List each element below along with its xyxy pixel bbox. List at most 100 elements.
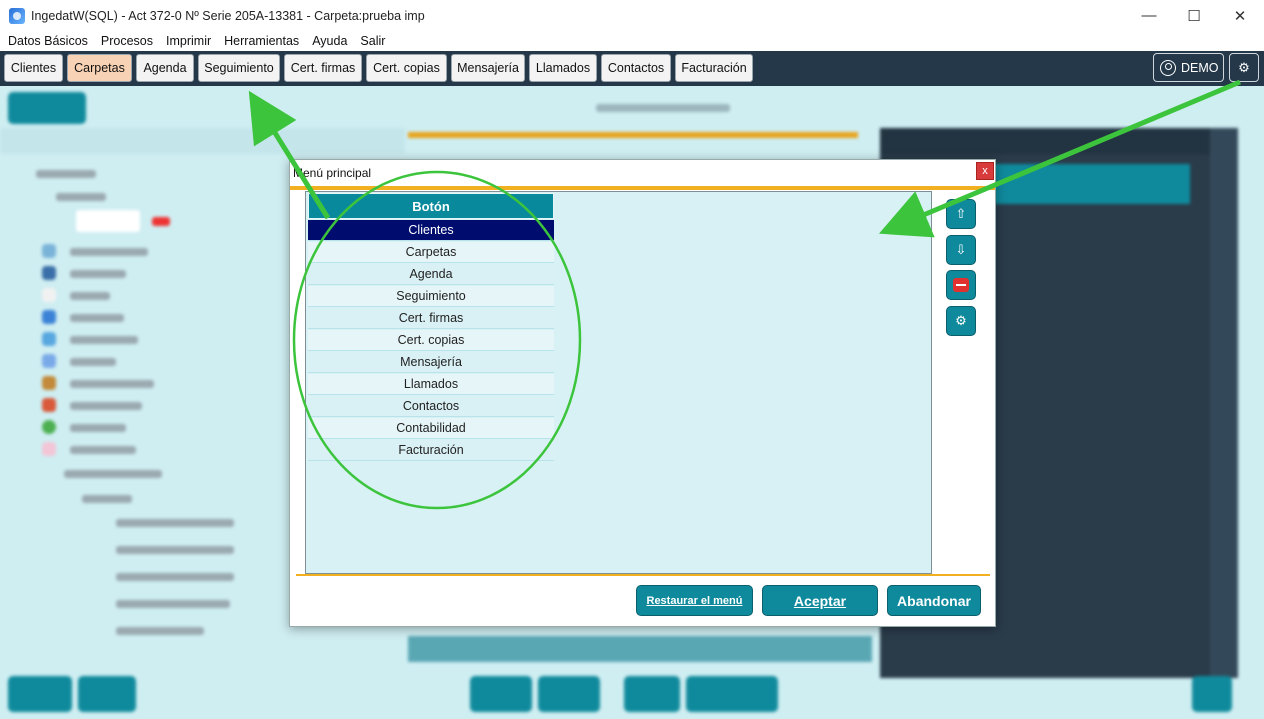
grid-row-cert-copias[interactable]: Cert. copias	[308, 330, 554, 351]
bg-tree-item	[64, 470, 162, 478]
grid-row-carpetas[interactable]: Carpetas	[308, 242, 554, 263]
remove-icon	[953, 278, 969, 292]
menu-datos-basicos[interactable]: Datos Básicos	[8, 34, 88, 48]
bg-tree-item	[56, 193, 106, 201]
dialog-title: Menú principal	[293, 166, 372, 180]
bg-button	[8, 92, 86, 124]
menu-ayuda[interactable]: Ayuda	[312, 34, 347, 48]
toolbar-clientes-button[interactable]: Clientes	[4, 54, 63, 82]
close-icon: x	[982, 165, 988, 177]
grid-row-cert-firmas[interactable]: Cert. firmas	[308, 308, 554, 329]
grid-row-facturacion[interactable]: Facturación	[308, 440, 554, 461]
bg-tree-item	[152, 217, 170, 226]
bg-tree-item	[36, 170, 96, 178]
bg-button	[78, 676, 136, 712]
bg-tree-icon	[42, 442, 56, 456]
toolbar-seguimiento-button[interactable]: Seguimiento	[198, 54, 280, 82]
app-icon	[9, 7, 25, 24]
bg-tree-item	[70, 314, 124, 322]
bg-tree-item	[116, 600, 230, 608]
menu-imprimir[interactable]: Imprimir	[166, 34, 211, 48]
remove-button[interactable]	[946, 270, 976, 300]
bg-tree-item	[70, 336, 138, 344]
bg-right-head	[880, 128, 1210, 154]
gear-icon: ⚙	[955, 313, 967, 328]
bg-tree-item	[116, 546, 234, 554]
bg-tree-icon	[42, 398, 56, 412]
title-bar: IngedatW(SQL) - Act 372-0 Nº Serie 205A-…	[0, 0, 1264, 31]
bg-tree-item	[70, 402, 142, 410]
bg-bar	[0, 128, 405, 154]
bg-tree-icon	[42, 332, 56, 346]
bg-tree-icon	[42, 376, 56, 390]
toolbar-mensajeria-button[interactable]: Mensajería	[451, 54, 525, 82]
toolbar-cert-copias-button[interactable]: Cert. copias	[366, 54, 447, 82]
dialog-title-separator	[290, 186, 995, 190]
bg-side-strip	[1210, 128, 1238, 678]
bg-tree-item	[70, 358, 116, 366]
accept-button[interactable]: Aceptar	[762, 585, 878, 616]
user-demo-button[interactable]: DEMO	[1153, 53, 1224, 82]
bg-button	[686, 676, 778, 712]
bg-pager	[408, 636, 872, 662]
bg-tree-icon	[42, 244, 56, 258]
bg-tree-item	[70, 270, 126, 278]
gear-icon: ⚙	[1238, 59, 1250, 75]
maximize-button[interactable]: ☐	[1171, 0, 1217, 31]
toolbar-carpetas-button[interactable]: Carpetas	[67, 54, 132, 82]
bg-tree-item	[70, 292, 110, 300]
window-title: IngedatW(SQL) - Act 372-0 Nº Serie 205A-…	[31, 8, 425, 23]
bg-tree-icon	[42, 266, 56, 280]
bg-tree-item	[70, 446, 136, 454]
menu-herramientas[interactable]: Herramientas	[224, 34, 299, 48]
menu-salir[interactable]: Salir	[360, 34, 385, 48]
user-icon	[1160, 59, 1176, 76]
bg-tree-item	[116, 519, 234, 527]
menu-bar: Datos Básicos Procesos Imprimir Herramie…	[0, 31, 1264, 51]
arrow-down-icon: ⇩	[955, 242, 967, 257]
grid-row-contactos[interactable]: Contactos	[308, 396, 554, 417]
bg-tree-icon	[42, 288, 56, 302]
bg-tree-item	[70, 424, 126, 432]
user-label: DEMO	[1181, 60, 1219, 75]
main-toolbar: Clientes Carpetas Agenda Seguimiento Cer…	[0, 51, 1264, 86]
move-up-button[interactable]: ⇧	[946, 199, 976, 229]
bg-tree-icon	[42, 354, 56, 368]
move-down-button[interactable]: ⇩	[946, 235, 976, 265]
bg-button	[624, 676, 680, 712]
restore-menu-button[interactable]: Restaurar el menú	[636, 585, 753, 616]
grid-column-header[interactable]: Botón	[308, 193, 554, 219]
grid-row-agenda[interactable]: Agenda	[308, 264, 554, 285]
dialog-close-button[interactable]: x	[976, 162, 994, 180]
toolbar-contactos-button[interactable]: Contactos	[601, 54, 671, 82]
toolbar-agenda-button[interactable]: Agenda	[136, 54, 194, 82]
bg-tree-item	[70, 248, 148, 256]
configure-button[interactable]: ⚙	[946, 306, 976, 336]
bg-tree-icon	[42, 420, 56, 434]
bg-tree-icon	[42, 310, 56, 324]
bg-orange-bar	[408, 132, 858, 138]
arrow-up-icon: ⇧	[955, 206, 967, 221]
toolbar-cert-firmas-button[interactable]: Cert. firmas	[284, 54, 362, 82]
bg-tree-item	[76, 210, 140, 232]
grid-row-mensajeria[interactable]: Mensajería	[308, 352, 554, 373]
minimize-button[interactable]: —	[1126, 0, 1172, 31]
bg-button	[538, 676, 600, 712]
dialog-footer-separator	[296, 574, 990, 576]
bg-tree-item	[116, 627, 204, 635]
settings-gear-button[interactable]: ⚙	[1229, 53, 1259, 82]
grid-row-seguimiento[interactable]: Seguimiento	[308, 286, 554, 307]
menu-procesos[interactable]: Procesos	[101, 34, 153, 48]
bg-text	[596, 104, 730, 112]
grid-row-contabilidad[interactable]: Contabilidad	[308, 418, 554, 439]
cancel-button[interactable]: Abandonar	[887, 585, 981, 616]
bg-button	[1192, 676, 1232, 712]
grid-row-clientes[interactable]: Clientes	[308, 220, 554, 241]
bg-button	[470, 676, 532, 712]
toolbar-facturacion-button[interactable]: Facturación	[675, 54, 753, 82]
grid-row-llamados[interactable]: Llamados	[308, 374, 554, 395]
close-window-button[interactable]: ✕	[1217, 0, 1263, 31]
toolbar-llamados-button[interactable]: Llamados	[529, 54, 597, 82]
menu-grid-area: Botón Clientes Carpetas Agenda Seguimien…	[305, 191, 932, 574]
bg-button	[8, 676, 72, 712]
